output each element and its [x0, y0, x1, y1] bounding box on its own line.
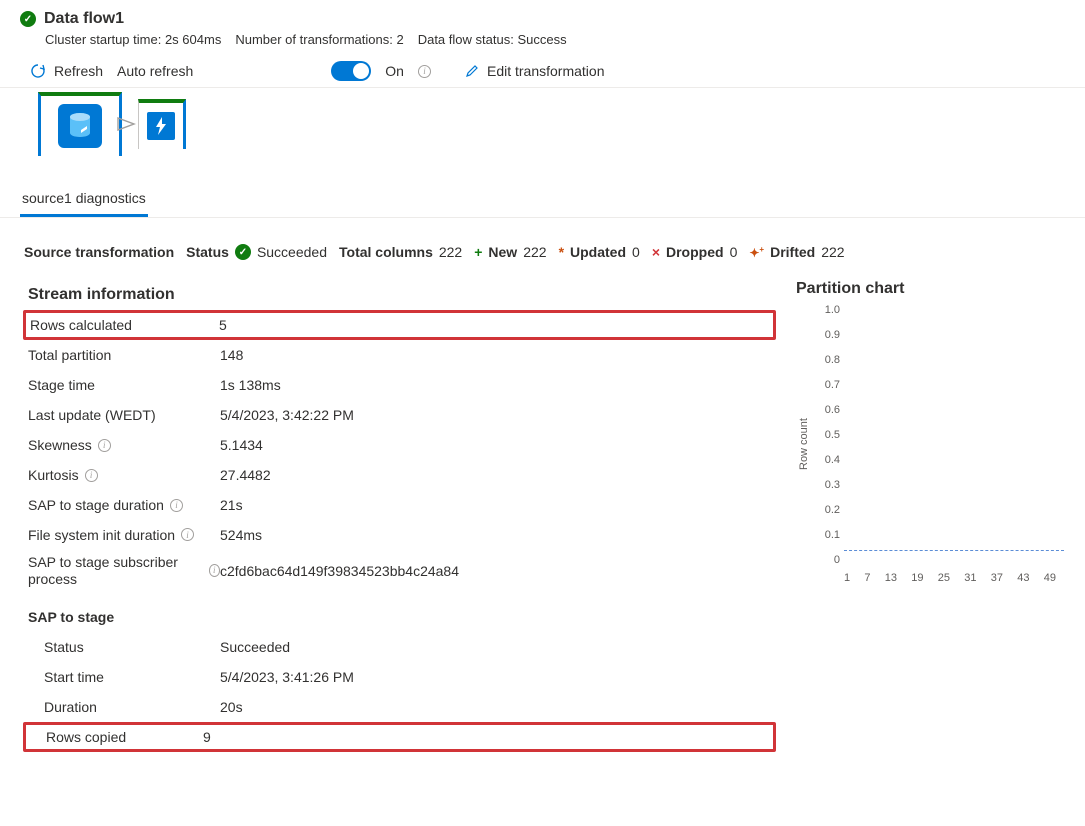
rows-copied-row: Rows copied 9	[23, 722, 776, 752]
sink-node[interactable]	[138, 99, 186, 149]
chart-y-tick: 0.6	[814, 404, 840, 416]
database-icon	[58, 104, 102, 148]
refresh-label: Refresh	[54, 63, 103, 79]
drifted-value: 222	[821, 244, 844, 260]
info-icon[interactable]: i	[170, 499, 183, 512]
page-title: Data flow1	[44, 10, 124, 28]
auto-refresh-toggle[interactable]	[331, 61, 371, 81]
chart-x-tick: 43	[1017, 572, 1029, 584]
dropped-label: Dropped	[666, 244, 724, 260]
plus-icon: +	[474, 244, 482, 260]
refresh-button[interactable]: Refresh	[30, 63, 103, 79]
info-icon[interactable]: i	[181, 528, 194, 541]
info-icon[interactable]: i	[85, 469, 98, 482]
source-transformation-label: Source transformation	[24, 244, 174, 260]
last-update-row: Last update (WEDT) 5/4/2023, 3:42:22 PM	[24, 400, 776, 430]
sap-status-row: Status Succeeded	[24, 632, 776, 662]
total-columns-value: 222	[439, 244, 462, 260]
skewness-row: Skewness i 5.1434	[24, 430, 776, 460]
auto-refresh-label: Auto refresh	[117, 63, 193, 79]
rows-calculated-row: Rows calculated 5	[23, 310, 776, 340]
arrow-icon	[116, 114, 144, 134]
info-icon[interactable]: i	[209, 564, 220, 577]
startup-time: Cluster startup time: 2s 604ms	[45, 32, 221, 47]
total-columns-label: Total columns	[339, 244, 433, 260]
sap-to-stage-heading: SAP to stage	[24, 602, 776, 632]
chart-y-tick: 0	[814, 554, 840, 566]
tab-source1-diagnostics[interactable]: source1 diagnostics	[20, 186, 148, 217]
chart-y-tick: 0.5	[814, 429, 840, 441]
status-label: Status	[186, 244, 229, 260]
sap-stage-duration-row: SAP to stage duration i 21s	[24, 490, 776, 520]
drift-icon: ✦+	[749, 245, 764, 260]
x-icon: ×	[652, 244, 660, 260]
chart-y-tick: 0.3	[814, 479, 840, 491]
chart-y-tick: 0.4	[814, 454, 840, 466]
info-icon[interactable]: i	[98, 439, 111, 452]
chart-x-tick: 1	[844, 572, 850, 584]
total-partition-row: Total partition 148	[24, 340, 776, 370]
new-value: 222	[523, 244, 546, 260]
new-label: New	[488, 244, 517, 260]
asterisk-icon: *	[559, 244, 564, 260]
drifted-label: Drifted	[770, 244, 815, 260]
edit-transformation-button[interactable]: Edit transformation	[465, 63, 605, 79]
chart-x-tick: 37	[991, 572, 1003, 584]
chart-y-tick: 1.0	[814, 304, 840, 316]
refresh-icon	[30, 63, 46, 79]
updated-label: Updated	[570, 244, 626, 260]
success-check-icon: ✓	[20, 11, 36, 27]
kurtosis-row: Kurtosis i 27.4482	[24, 460, 776, 490]
chart-y-tick: 0.2	[814, 504, 840, 516]
flow-graph	[0, 88, 1085, 160]
chart-y-tick: 0.1	[814, 529, 840, 541]
sap-duration-row: Duration 20s	[24, 692, 776, 722]
chart-reference-line	[844, 550, 1064, 551]
chart-y-tick: 0.7	[814, 379, 840, 391]
chart-y-tick: 0.8	[814, 354, 840, 366]
chart-y-tick: 0.9	[814, 329, 840, 341]
sap-subscriber-process-row: SAP to stage subscriber process i c2fd6b…	[24, 550, 776, 592]
chart-y-axis-label: Row count	[796, 304, 812, 584]
partition-chart: 1.0 0.9 0.8 0.7 0.6 0.5 0.4 0.3 0.2 0.1 0 1 7 13 19 25…	[814, 304, 1044, 584]
chart-title: Partition chart	[796, 280, 1061, 298]
chart-x-tick: 31	[964, 572, 976, 584]
stage-time-row: Stage time 1s 138ms	[24, 370, 776, 400]
dataflow-status: Data flow status: Success	[418, 32, 567, 47]
fs-init-duration-row: File system init duration i 524ms	[24, 520, 776, 550]
stream-info-heading: Stream information	[28, 286, 772, 304]
toggle-on-label: On	[385, 63, 404, 79]
source-node[interactable]	[38, 92, 122, 156]
chart-x-tick: 19	[911, 572, 923, 584]
pencil-icon	[465, 64, 479, 78]
edit-label: Edit transformation	[487, 63, 605, 79]
status-success-icon: ✓	[235, 244, 251, 260]
chart-x-tick: 13	[885, 572, 897, 584]
sap-start-time-row: Start time 5/4/2023, 3:41:26 PM	[24, 662, 776, 692]
chart-x-tick: 7	[864, 572, 870, 584]
status-value: Succeeded	[257, 244, 327, 260]
dropped-value: 0	[730, 244, 738, 260]
chart-x-tick: 25	[938, 572, 950, 584]
transformations-count: Number of transformations: 2	[235, 32, 403, 47]
updated-value: 0	[632, 244, 640, 260]
bolt-icon	[147, 112, 175, 140]
info-icon[interactable]: i	[418, 65, 431, 78]
chart-x-tick: 49	[1044, 572, 1056, 584]
